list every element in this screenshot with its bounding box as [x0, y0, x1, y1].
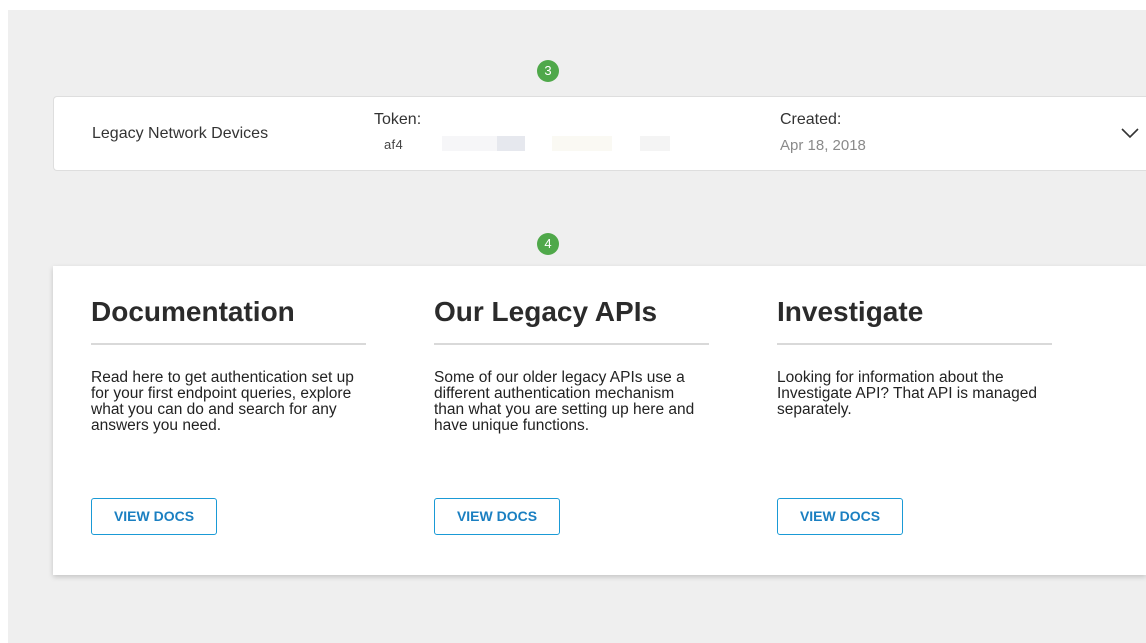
token-value: af4 [384, 137, 403, 152]
column-description: Read here to get authentication set up f… [91, 369, 354, 434]
token-label: Token: [374, 111, 422, 128]
column-description: Some of our older legacy APIs use a diff… [434, 369, 695, 434]
created-date: Apr 18, 2018 [780, 137, 866, 154]
token-redaction [552, 136, 612, 151]
resources-panel: Documentation Read here to get authentic… [53, 266, 1146, 575]
documentation-column: Documentation Read here to get authentic… [91, 266, 391, 575]
token-redaction [497, 136, 525, 151]
token-redaction [442, 136, 502, 151]
step-badge-4: 4 [537, 233, 559, 255]
column-title: Investigate [777, 296, 924, 327]
view-docs-button[interactable]: VIEW DOCS [777, 498, 903, 535]
column-title: Our Legacy APIs [434, 296, 658, 327]
view-docs-button[interactable]: VIEW DOCS [434, 498, 560, 535]
created-label: Created: [780, 111, 842, 128]
view-docs-button[interactable]: VIEW DOCS [91, 498, 217, 535]
key-name: Legacy Network Devices [92, 125, 269, 142]
chevron-down-icon[interactable] [1118, 121, 1142, 145]
api-key-card[interactable]: Legacy Network Devices Token: af4 Create… [53, 96, 1146, 171]
investigate-column: Investigate Looking for information abou… [777, 266, 1077, 575]
divider [434, 343, 709, 345]
legacy-apis-column: Our Legacy APIs Some of our older legacy… [434, 266, 734, 575]
token-redaction [640, 136, 670, 151]
divider [91, 343, 366, 345]
divider [777, 343, 1052, 345]
column-title: Documentation [91, 296, 295, 327]
step-badge-3: 3 [537, 60, 559, 82]
column-description: Looking for information about the Invest… [777, 369, 1037, 418]
